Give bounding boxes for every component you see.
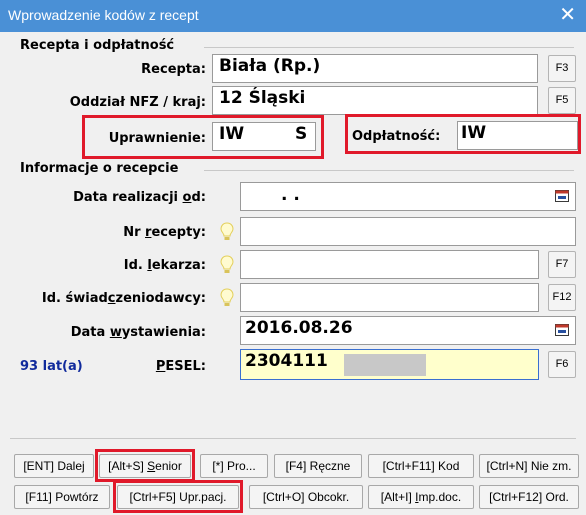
data-wystawienia-label: Data wystawienia: — [70, 325, 206, 340]
id-lekarza-f7-button[interactable]: F7 — [548, 251, 576, 278]
nr-recepty-field[interactable] — [240, 217, 576, 246]
lightbulb-icon — [220, 222, 234, 240]
upr-pacj-highlight — [113, 480, 243, 513]
uprawnienie-highlight — [82, 115, 324, 159]
section-title-informacje: Informacje o recepcie — [20, 161, 179, 176]
id-swiadczeniodawcy-f12-button[interactable]: F12 — [548, 284, 576, 311]
recepta-label: Recepta: — [141, 62, 206, 77]
oddzial-value: 12 Śląski — [219, 88, 306, 108]
recepta-field[interactable]: Biała (Rp.) — [212, 54, 538, 83]
patient-age: 93 lat(a) — [20, 359, 83, 374]
reczne-button[interactable]: [F4] Ręczne — [274, 454, 362, 478]
close-icon[interactable]: ✕ — [559, 4, 576, 26]
data-wystawienia-value: 2016.08.26 — [245, 318, 353, 338]
nr-recepty-label: Nr recepty: — [123, 225, 206, 240]
recepta-value: Biała (Rp.) — [219, 56, 321, 76]
window-title: Wprowadzenie kodów z recept — [8, 7, 199, 23]
id-swiadczeniodawcy-field[interactable] — [240, 283, 539, 312]
odplatnosc-highlight — [345, 114, 581, 154]
lightbulb-icon — [220, 255, 234, 273]
section-title-recepta: Recepta i odpłatność — [20, 38, 175, 53]
data-wystawienia-field[interactable]: 2016.08.26 — [240, 316, 576, 345]
obcokr-button[interactable]: [Ctrl+O] Obcokr. — [249, 485, 363, 509]
pesel-value: 2304111 — [245, 351, 328, 371]
dalej-button[interactable]: [ENT] Dalej — [14, 454, 94, 478]
pro-button[interactable]: [*] Pro... — [200, 454, 268, 478]
data-realizacji-value: . . — [281, 185, 300, 205]
senior-highlight — [95, 449, 195, 482]
toolbar-divider — [10, 438, 576, 439]
calendar-icon[interactable] — [555, 324, 569, 336]
nie-zm-button[interactable]: [Ctrl+N] Nie zm. — [479, 454, 579, 478]
calendar-icon[interactable] — [555, 190, 569, 202]
recepta-f3-button[interactable]: F3 — [548, 55, 576, 82]
data-realizacji-field[interactable]: . . — [240, 182, 576, 211]
imp-doc-button[interactable]: [Alt+I] Imp.doc. — [368, 485, 474, 509]
data-realizacji-label: Data realizacji od: — [73, 190, 206, 205]
powtorz-button[interactable]: [F11] Powtórz — [14, 485, 110, 509]
title-bar: Wprowadzenie kodów z recept ✕ — [0, 0, 586, 32]
oddzial-field[interactable]: 12 Śląski — [212, 86, 538, 115]
id-lekarza-field[interactable] — [240, 250, 539, 279]
section-divider — [204, 47, 574, 48]
oddzial-f5-button[interactable]: F5 — [548, 87, 576, 114]
id-lekarza-label: Id. lekarza: — [123, 258, 206, 273]
pesel-label: PESEL: — [155, 359, 206, 374]
id-swiadczeniodawcy-label: Id. świadczeniodawcy: — [41, 291, 206, 306]
pesel-redaction — [344, 354, 426, 376]
section-divider — [204, 170, 574, 171]
pesel-f6-button[interactable]: F6 — [548, 351, 576, 378]
kod-button[interactable]: [Ctrl+F11] Kod — [368, 454, 474, 478]
oddzial-label: Oddział NFZ / kraj: — [69, 95, 206, 110]
ord-button[interactable]: [Ctrl+F12] Ord. — [479, 485, 579, 509]
lightbulb-icon — [220, 288, 234, 306]
